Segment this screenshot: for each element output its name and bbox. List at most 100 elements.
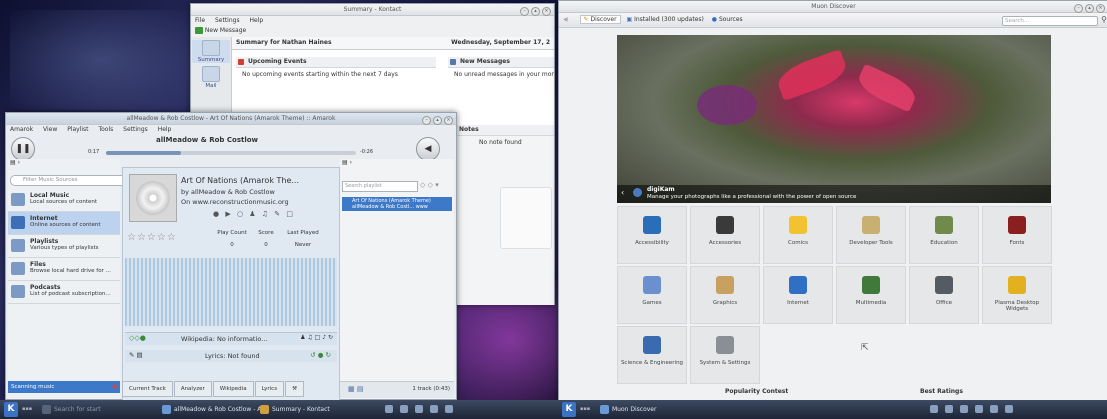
- search-input[interactable]: Search...: [1002, 16, 1098, 26]
- track-progress-slider[interactable]: [106, 151, 356, 155]
- pager-icon[interactable]: ▪▪▪: [580, 406, 590, 412]
- amarok-window[interactable]: allMeadow & Rob Costlow - Art Of Nations…: [5, 112, 457, 401]
- sources-nav-icon[interactable]: ▤ ›: [10, 159, 30, 169]
- menu-help[interactable]: Help: [250, 17, 264, 24]
- tray-icon[interactable]: [990, 405, 998, 413]
- category-tile[interactable]: System & Settings: [690, 326, 760, 384]
- category-tile[interactable]: Graphics: [690, 266, 760, 324]
- menu-tools[interactable]: Tools: [98, 126, 113, 133]
- menu-view[interactable]: View: [43, 126, 57, 133]
- wikipedia-tool-icons[interactable]: ♟ ♫ □ ♪ ↻: [300, 334, 333, 341]
- minimize-icon[interactable]: –: [520, 7, 529, 16]
- rating-stars[interactable]: ☆☆☆☆☆: [127, 232, 177, 243]
- tray-icon[interactable]: [1005, 405, 1013, 413]
- tray-icon[interactable]: [975, 405, 983, 413]
- track-action-icons[interactable]: ● ▶ ○ ♟ ♫ ✎ □: [213, 210, 295, 218]
- new-message-button[interactable]: New Message: [205, 27, 246, 34]
- wikipedia-nav-icon[interactable]: ◇◇●: [129, 334, 146, 342]
- tray-icon[interactable]: [930, 405, 938, 413]
- category-tile[interactable]: Games: [617, 266, 687, 324]
- task-muon-discover[interactable]: Muon Discover: [598, 403, 660, 416]
- featured-app-banner[interactable]: ‹ digiKam Manage your photographs like a…: [617, 35, 1051, 203]
- playlist-nav-icon[interactable]: ▤ ›: [342, 159, 352, 166]
- kde-menu-icon[interactable]: K: [562, 402, 576, 417]
- category-tile[interactable]: Education: [909, 206, 979, 264]
- banner-prev-icon[interactable]: ‹: [621, 188, 624, 197]
- wikipedia-applet[interactable]: ◇◇● Wikipedia: No informatio... ♟ ♫ □ ♪ …: [125, 332, 337, 345]
- muon-discover-window[interactable]: Muon Discover – ▴ × ◀ ✎ Discover ▣ Install…: [558, 0, 1107, 402]
- task-amarok[interactable]: allMeadow & Rob Costlow - Art: [160, 403, 270, 416]
- tray-icon[interactable]: [385, 405, 393, 413]
- tab-sources[interactable]: ● Sources: [712, 16, 743, 23]
- category-tile[interactable]: Developer Tools: [836, 206, 906, 264]
- minimize-icon[interactable]: –: [1074, 4, 1083, 13]
- kde-menu-icon[interactable]: K: [4, 402, 18, 417]
- maximize-icon[interactable]: ▴: [531, 7, 540, 16]
- menu-settings[interactable]: Settings: [123, 126, 148, 133]
- source-podcasts[interactable]: Podcasts List of podcast subscription...: [8, 281, 120, 304]
- local-music-icon: [11, 193, 25, 206]
- menu-file[interactable]: File: [195, 17, 205, 24]
- sidebar-item-mail[interactable]: Mail: [192, 66, 230, 89]
- category-tile[interactable]: Multimedia: [836, 266, 906, 324]
- lyrics-tool-icons[interactable]: ↺ ● ↻: [310, 351, 331, 359]
- tab-installed[interactable]: ▣ Installed (300 updates): [627, 16, 704, 23]
- category-tile[interactable]: Office: [909, 266, 979, 324]
- category-tile[interactable]: Accessories: [690, 206, 760, 264]
- sidebar-item-summary[interactable]: Summary: [192, 40, 230, 63]
- kontact-icon: [260, 405, 269, 414]
- tab-discover[interactable]: ✎ Discover: [579, 15, 621, 24]
- kontact-titlebar[interactable]: Summary - Kontact – ▴ ×: [191, 4, 554, 16]
- tray-icon[interactable]: [400, 405, 408, 413]
- lyrics-applet[interactable]: ✎ ▤ Lyrics: Not found ↺ ● ↻: [125, 350, 337, 362]
- new-message-icon[interactable]: [195, 27, 203, 34]
- volume-button[interactable]: ◀: [416, 137, 440, 161]
- tab-wikipedia[interactable]: Wikipedia: [212, 381, 254, 397]
- playlist-item[interactable]: Art Of Nations (Amarok Theme) allMeadow …: [342, 197, 452, 211]
- filter-music-sources-input[interactable]: Filter Music Sources: [10, 175, 130, 186]
- lyrics-edit-icon[interactable]: ✎ ▤: [129, 351, 143, 359]
- close-icon[interactable]: ×: [1096, 4, 1105, 13]
- menu-help[interactable]: Help: [158, 126, 172, 133]
- tray-icon[interactable]: [960, 405, 968, 413]
- category-tile[interactable]: Accessibility: [617, 206, 687, 264]
- tray-icon[interactable]: [945, 405, 953, 413]
- tray-icon[interactable]: [430, 405, 438, 413]
- maximize-icon[interactable]: ▴: [433, 116, 442, 125]
- search-playlist-input[interactable]: Search playlist: [342, 181, 418, 192]
- krunner-search[interactable]: Search for start: [40, 403, 105, 416]
- amarok-titlebar[interactable]: allMeadow & Rob Costlow - Art Of Nations…: [6, 113, 456, 125]
- stop-scan-icon[interactable]: ●: [112, 381, 117, 393]
- source-playlists[interactable]: Playlists Various types of playlists: [8, 235, 120, 258]
- menu-playlist[interactable]: Playlist: [67, 126, 88, 133]
- pager-icon[interactable]: ▪▪▪: [22, 406, 32, 412]
- muon-titlebar[interactable]: Muon Discover – ▴ ×: [559, 1, 1107, 13]
- search-icon[interactable]: ⚲: [1101, 13, 1107, 27]
- pause-button[interactable]: ❚❚: [11, 137, 35, 161]
- wrench-icon[interactable]: ⚒: [285, 381, 305, 397]
- tab-analyzer[interactable]: Analyzer: [173, 381, 212, 397]
- close-icon[interactable]: ×: [444, 116, 453, 125]
- maximize-icon[interactable]: ▴: [1085, 4, 1094, 13]
- playlist-tool-icons[interactable]: ▦ ▤: [348, 385, 363, 393]
- tab-lyrics[interactable]: Lyrics: [254, 381, 285, 397]
- tab-current-track[interactable]: Current Track: [122, 381, 173, 397]
- tray-icon[interactable]: [415, 405, 423, 413]
- source-files[interactable]: Files Browse local hard drive for ...: [8, 258, 120, 281]
- category-tile[interactable]: Internet: [763, 266, 833, 324]
- minimize-icon[interactable]: –: [422, 116, 431, 125]
- menu-amarok[interactable]: Amarok: [10, 126, 33, 133]
- category-tile[interactable]: Comics: [763, 206, 833, 264]
- category-tile[interactable]: Science & Engineering: [617, 326, 687, 384]
- category-tile[interactable]: Fonts: [982, 206, 1052, 264]
- source-local-music[interactable]: Local Music Local sources of content: [8, 189, 120, 212]
- category-label: System & Settings: [699, 360, 751, 366]
- source-internet[interactable]: Internet Online sources of content: [8, 212, 120, 235]
- back-arrow-icon[interactable]: ◀: [563, 16, 568, 23]
- task-kontact[interactable]: Summary - Kontact: [258, 403, 334, 416]
- category-tile[interactable]: Plasma Desktop Widgets: [982, 266, 1052, 324]
- menu-settings[interactable]: Settings: [215, 17, 240, 24]
- close-icon[interactable]: ×: [542, 7, 551, 16]
- tray-icon[interactable]: [445, 405, 453, 413]
- playlist-filter-icons[interactable]: ◇ ◇ ▾: [420, 181, 439, 189]
